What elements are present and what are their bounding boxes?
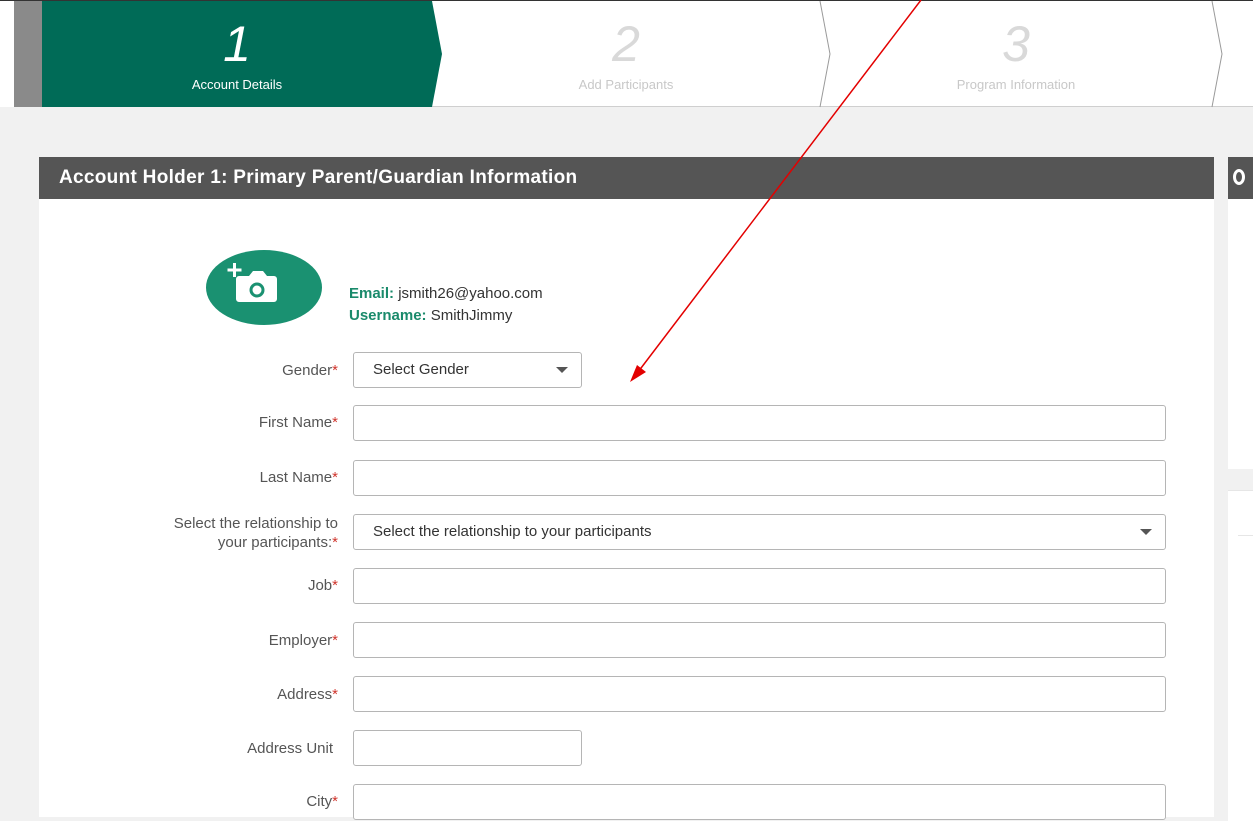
job-label: Job* [308, 577, 338, 594]
step-program-information[interactable]: 3 Program Information [820, 1, 1212, 107]
card-title: Account Holder 1: Primary Parent/Guardia… [39, 157, 1214, 199]
step-label: Account Details [191, 77, 283, 92]
chevron-down-icon [556, 367, 568, 373]
step-number: 2 [612, 16, 640, 72]
username-label: Username: [349, 307, 427, 324]
gender-label-text: Gender [282, 362, 333, 379]
side-panel-header [1228, 157, 1253, 199]
step-label: Add Participants [578, 77, 674, 92]
email-value: jsmith26@yahoo.com [398, 285, 543, 302]
required-marker: * [332, 577, 338, 594]
relationship-label: Select the relationship to your particip… [174, 514, 338, 552]
step-label: Program Information [956, 77, 1076, 92]
employer-label-text: Employer [268, 632, 333, 649]
address-unit-label: Address Unit [247, 740, 333, 757]
add-photo-button[interactable] [206, 250, 322, 325]
gender-select[interactable]: Select Gender [353, 352, 582, 388]
step-number: 3 [1002, 16, 1030, 72]
employer-label: Employer* [269, 632, 338, 649]
progress-stepper: 1 Account Details 2 Add Participants 3 P… [0, 0, 1253, 108]
email-row: Email: jsmith26@yahoo.com [349, 283, 543, 305]
employer-input[interactable] [353, 622, 1166, 658]
step-account-details[interactable]: 1 Account Details [42, 1, 432, 107]
username-value: SmithJimmy [430, 307, 513, 324]
address-label: Address* [277, 686, 338, 703]
email-label: Email: [349, 285, 395, 302]
chevron-down-icon [1140, 529, 1152, 535]
gender-select-value: Select Gender [373, 361, 469, 378]
address-input[interactable] [353, 676, 1166, 712]
step-number: 1 [223, 16, 251, 72]
side-panel-header-icon [1233, 169, 1245, 185]
job-input[interactable] [353, 568, 1166, 604]
required-marker: * [332, 362, 338, 379]
relationship-label-line2: your participants: [217, 534, 333, 551]
required-marker: * [332, 534, 338, 551]
city-label: City* [306, 793, 338, 810]
last-name-label: Last Name* [260, 469, 338, 486]
side-panel-lower [1228, 490, 1253, 821]
required-marker: * [332, 686, 338, 703]
last-name-input[interactable] [353, 460, 1166, 496]
last-name-label-text: Last Name [259, 469, 333, 486]
relationship-select[interactable]: Select the relationship to your particip… [353, 514, 1166, 550]
account-info: Email: jsmith26@yahoo.com Username: Smit… [349, 283, 543, 327]
gender-label: Gender* [282, 362, 338, 379]
required-marker: * [332, 632, 338, 649]
city-label-text: City [306, 793, 333, 810]
step-add-participants[interactable]: 2 Add Participants [432, 1, 820, 107]
first-name-label-text: First Name [258, 414, 333, 431]
address-unit-label-text: Address Unit [247, 740, 333, 757]
address-unit-input[interactable] [353, 730, 582, 766]
job-label-text: Job [307, 577, 333, 594]
add-photo-camera-icon [227, 263, 277, 302]
first-name-label: First Name* [259, 414, 338, 431]
relationship-select-value: Select the relationship to your particip… [373, 523, 652, 540]
required-marker: * [332, 793, 338, 810]
required-marker: * [332, 414, 338, 431]
first-name-input[interactable] [353, 405, 1166, 441]
username-row: Username: SmithJimmy [349, 305, 543, 327]
divider [1238, 535, 1253, 536]
city-input[interactable] [353, 784, 1166, 820]
relationship-label-line1: Select the relationship to [173, 515, 338, 532]
required-marker: * [332, 469, 338, 486]
address-label-text: Address [277, 686, 333, 703]
side-panel [1228, 157, 1253, 469]
